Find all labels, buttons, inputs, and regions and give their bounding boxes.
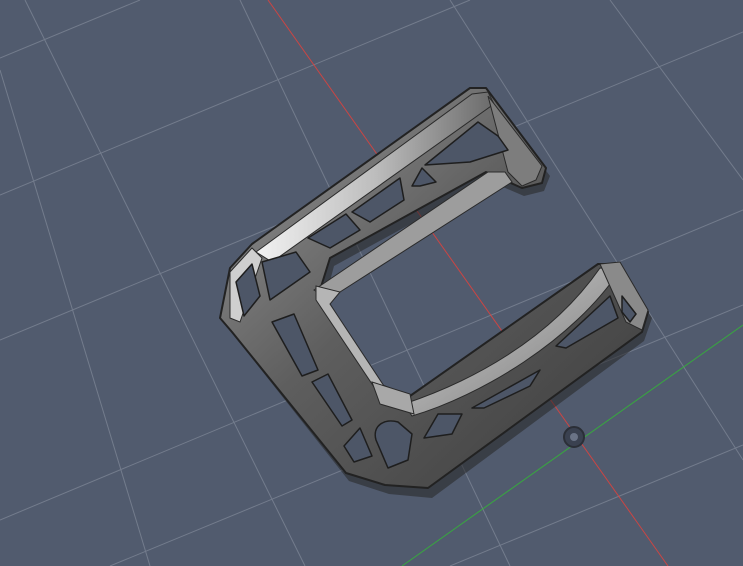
3d-viewport[interactable] [0, 0, 743, 566]
origin-marker-icon[interactable] [563, 426, 585, 448]
viewport-canvas[interactable] [0, 0, 743, 566]
origin-marker-center [570, 433, 578, 441]
